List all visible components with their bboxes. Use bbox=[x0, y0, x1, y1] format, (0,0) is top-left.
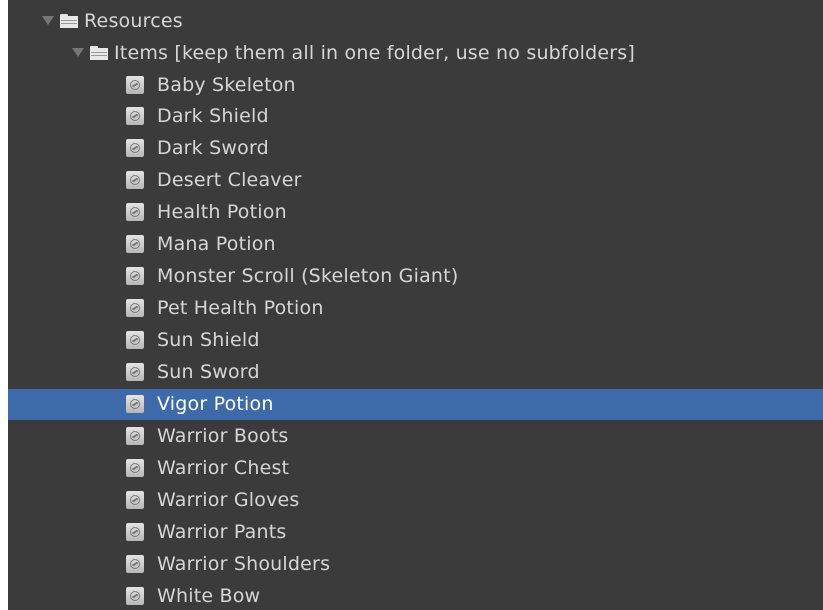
asset-label: Warrior Chest bbox=[157, 456, 290, 479]
scriptable-object-asset-icon bbox=[126, 267, 144, 286]
asset-row[interactable]: Monster Scroll (Skeleton Giant) bbox=[8, 261, 823, 292]
asset-label: Sun Shield bbox=[157, 329, 260, 352]
folder-icon bbox=[60, 13, 78, 28]
asset-row[interactable]: Sun Shield bbox=[8, 325, 823, 356]
asset-row[interactable]: Mana Potion bbox=[8, 229, 823, 260]
scriptable-object-asset-icon bbox=[126, 395, 144, 413]
scriptable-object-asset-icon bbox=[126, 426, 144, 445]
folder-row-items[interactable]: Items [keep them all in one folder, use … bbox=[8, 37, 823, 68]
asset-label: Vigor Potion bbox=[157, 393, 274, 415]
asset-label: Sun Sword bbox=[157, 361, 260, 384]
scriptable-object-asset-icon bbox=[126, 75, 144, 94]
asset-row[interactable]: Vigor Potion bbox=[8, 388, 823, 420]
asset-label: Baby Skeleton bbox=[157, 73, 296, 96]
folder-icon bbox=[90, 45, 108, 60]
scriptable-object-asset-icon bbox=[126, 139, 144, 158]
asset-row[interactable]: Warrior Gloves bbox=[8, 484, 823, 515]
expand-arrow-icon[interactable] bbox=[42, 16, 54, 25]
scriptable-object-asset-icon bbox=[126, 299, 144, 318]
scriptable-object-asset-icon bbox=[126, 586, 144, 605]
asset-row[interactable]: Warrior Chest bbox=[8, 452, 823, 483]
asset-label: White Bow bbox=[157, 584, 261, 607]
asset-label: Warrior Boots bbox=[157, 424, 289, 447]
scriptable-object-asset-icon bbox=[126, 522, 144, 541]
scriptable-object-asset-icon bbox=[126, 458, 144, 477]
asset-label: Health Potion bbox=[157, 201, 287, 224]
asset-row[interactable]: Warrior Shoulders bbox=[8, 548, 823, 579]
folder-row-resources[interactable]: Resources bbox=[8, 5, 823, 36]
asset-row[interactable]: Dark Sword bbox=[8, 133, 823, 164]
asset-row[interactable]: Pet Health Potion bbox=[8, 293, 823, 324]
asset-row[interactable]: Warrior Pants bbox=[8, 516, 823, 547]
expand-arrow-icon[interactable] bbox=[72, 48, 84, 57]
asset-label: Mana Potion bbox=[157, 233, 276, 256]
asset-label: Warrior Gloves bbox=[157, 488, 300, 511]
asset-label: Monster Scroll (Skeleton Giant) bbox=[157, 265, 459, 288]
scriptable-object-asset-icon bbox=[126, 363, 144, 382]
asset-label: Dark Shield bbox=[157, 105, 269, 128]
scriptable-object-asset-icon bbox=[126, 554, 144, 573]
scriptable-object-asset-icon bbox=[126, 203, 144, 222]
scriptable-object-asset-icon bbox=[126, 107, 144, 126]
asset-label: Pet Health Potion bbox=[157, 297, 324, 320]
asset-label: Warrior Pants bbox=[157, 520, 287, 543]
project-tree-panel: Resources Items [keep them all in one fo… bbox=[8, 0, 823, 610]
asset-row[interactable]: Baby Skeleton bbox=[8, 69, 823, 100]
scriptable-object-asset-icon bbox=[126, 490, 144, 509]
asset-label: Dark Sword bbox=[157, 137, 269, 160]
asset-row[interactable]: White Bow bbox=[8, 580, 823, 610]
asset-row[interactable]: Warrior Boots bbox=[8, 420, 823, 451]
scriptable-object-asset-icon bbox=[126, 331, 144, 350]
asset-row[interactable]: Desert Cleaver bbox=[8, 165, 823, 196]
asset-row[interactable]: Sun Sword bbox=[8, 357, 823, 388]
scriptable-object-asset-icon bbox=[126, 171, 144, 190]
scriptable-object-asset-icon bbox=[126, 235, 144, 254]
asset-row[interactable]: Dark Shield bbox=[8, 101, 823, 132]
asset-label: Warrior Shoulders bbox=[157, 552, 331, 575]
folder-label: Items [keep them all in one folder, use … bbox=[114, 41, 636, 64]
asset-label: Desert Cleaver bbox=[157, 169, 302, 192]
folder-label: Resources bbox=[84, 9, 183, 32]
asset-row[interactable]: Health Potion bbox=[8, 197, 823, 228]
